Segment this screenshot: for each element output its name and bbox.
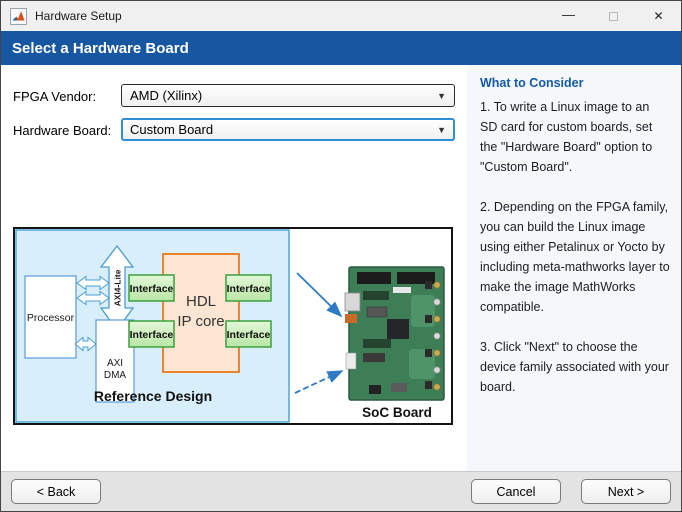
hardware-board-label: Hardware Board: (13, 123, 112, 138)
next-button[interactable]: Next > (581, 479, 671, 504)
interface-label: Interface (130, 283, 174, 295)
interface-label: Interface (227, 329, 271, 341)
hardware-board-dropdown[interactable]: Custom Board ▼ (121, 118, 455, 141)
interface-label: Interface (130, 329, 174, 341)
back-button[interactable]: < Back (11, 479, 101, 504)
dropdown-arrow-icon: ▼ (437, 90, 446, 101)
matlab-logo-icon (10, 7, 27, 25)
reference-design-diagram: Processor AXI4-Lite AXI DMA HDL IP core … (13, 227, 453, 425)
close-button[interactable]: ✕ (636, 1, 681, 31)
hdl-ip-core-label-line1: HDL (186, 293, 216, 310)
axi-dma-label-line1: AXI (107, 358, 123, 369)
processor-label: Processor (27, 312, 75, 324)
what-to-consider-panel: What to Consider 1. To write a Linux ima… (467, 65, 681, 471)
interface-label: Interface (227, 283, 271, 295)
fpga-vendor-dropdown[interactable]: AMD (Xilinx) ▼ (121, 84, 455, 107)
window-title: Hardware Setup (35, 9, 122, 23)
hardware-board-value: Custom Board (130, 122, 214, 137)
maximize-button (591, 1, 636, 31)
sidebar-heading: What to Consider (480, 76, 584, 90)
close-icon: ✕ (653, 9, 664, 23)
footer-bar: < Back Cancel Next > (1, 471, 681, 511)
axi4-lite-label: AXI4-Lite (113, 269, 123, 306)
soc-board-label: SoC Board (362, 405, 432, 420)
dropdown-arrow-icon: ▼ (437, 124, 446, 135)
page-title: Select a Hardware Board (12, 39, 189, 57)
sidebar-paragraph-3: 3. Click "Next" to choose the device fam… (480, 340, 669, 394)
maximize-icon (609, 11, 618, 21)
sidebar-paragraph-1: 1. To write a Linux image to an SD card … (480, 100, 653, 174)
axi-dma-label-line2: DMA (104, 370, 127, 381)
reference-design-label: Reference Design (94, 388, 212, 404)
sidebar-paragraph-2: 2. Depending on the FPGA family, you can… (480, 200, 670, 314)
fpga-vendor-value: AMD (Xilinx) (130, 88, 203, 103)
window-controls: — ✕ (546, 1, 681, 31)
titlebar: Hardware Setup — ✕ (1, 1, 681, 31)
cancel-button[interactable]: Cancel (471, 479, 561, 504)
hardware-setup-dialog: Hardware Setup — ✕ Select a Hardware Boa… (0, 0, 682, 512)
soc-board-image (344, 266, 445, 401)
minimize-icon: — (562, 6, 575, 22)
fpga-vendor-label: FPGA Vendor: (13, 89, 97, 104)
minimize-button[interactable]: — (546, 1, 591, 31)
wizard-header: Select a Hardware Board (1, 31, 681, 65)
hdl-ip-core-label-line2: IP core (177, 313, 224, 330)
